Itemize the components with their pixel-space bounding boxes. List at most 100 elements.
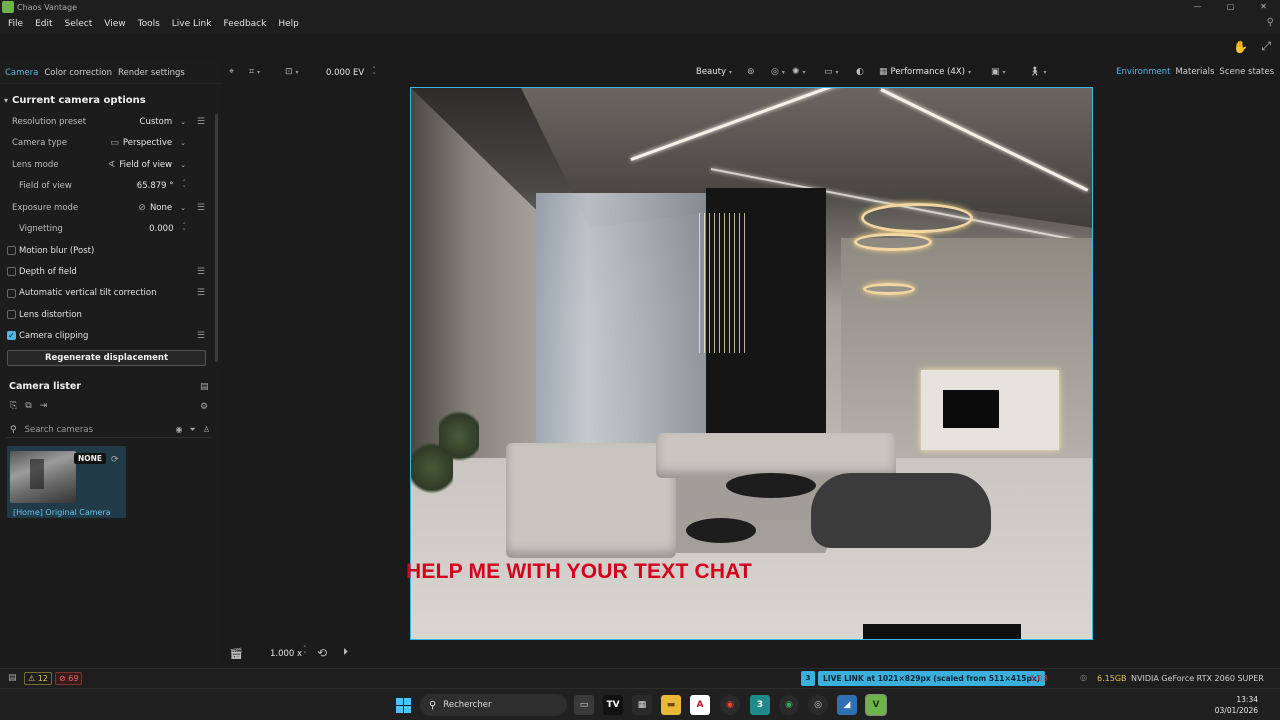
tab-camera[interactable]: Camera	[5, 68, 38, 78]
taskbar-search[interactable]: ⚲ Rechercher	[420, 694, 567, 716]
close-button[interactable]: ✕	[1247, 0, 1280, 14]
render-image[interactable]	[410, 87, 1093, 640]
menu-tools[interactable]: Tools	[132, 19, 166, 29]
camera-type-dropdown[interactable]: ▭ Perspective ⌄	[110, 138, 186, 148]
clapperboard-icon[interactable]: 🎬︎	[229, 647, 243, 660]
light-icon[interactable]: ✺ ▾	[792, 67, 806, 77]
settings-sliders-icon[interactable]: ☰	[197, 117, 205, 127]
filter-icon[interactable]: ⏷	[189, 425, 195, 435]
stepper-icon[interactable]: ˄ ˅	[372, 67, 376, 80]
menu-view[interactable]: View	[98, 19, 131, 29]
regenerate-displacement-button[interactable]: Regenerate displacement	[7, 350, 206, 366]
lens-mode-dropdown[interactable]: ∢ Field of view ⌄	[108, 160, 186, 170]
sync-icon[interactable]: ⟳	[111, 455, 119, 465]
camera-settings-icon[interactable]: ⚙	[200, 402, 208, 412]
settings-sliders-icon[interactable]: ☰	[197, 288, 205, 298]
settings-sliders-icon[interactable]: ☰	[197, 331, 205, 341]
livelink-status[interactable]: LIVE LINK at 1021×829px (scaled from 511…	[818, 671, 1046, 686]
play-icon[interactable]: ⏵	[343, 647, 348, 658]
tab-scene-states[interactable]: Scene states	[1219, 67, 1274, 77]
tradingview-icon[interactable]: TV	[603, 695, 623, 715]
quality-dropdown[interactable]: ▦ Performance (4X) ▾	[879, 67, 971, 77]
maximize-button[interactable]: ▢	[1214, 0, 1247, 14]
hand-icon[interactable]: ✋	[1233, 40, 1248, 54]
chaos-vantage-icon[interactable]: V	[865, 694, 887, 716]
vertical-tilt-checkbox[interactable]	[7, 288, 16, 298]
window-controls: — ▢ ✕	[1181, 0, 1280, 14]
pin-icon[interactable]: ⚲	[1267, 17, 1274, 28]
store-icon[interactable]: ▦	[632, 695, 652, 715]
stepper-icon[interactable]: ˄ ˅	[183, 180, 187, 193]
motion-blur-row[interactable]: Motion blur (Post)	[0, 240, 222, 261]
search-cameras-input[interactable]	[24, 424, 155, 435]
ev-readout[interactable]: 0.000 EV ˄ ˅	[326, 67, 376, 80]
menu-select[interactable]: Select	[59, 19, 99, 29]
lens-distortion-row[interactable]: Lens distortion	[0, 304, 222, 325]
chevron-down-icon: ⌄	[180, 117, 186, 126]
chrome-profile-icon[interactable]: ◉	[779, 695, 799, 715]
3dsmax-icon[interactable]: 3	[750, 695, 770, 715]
livelink-count-badge[interactable]: 3	[801, 671, 815, 686]
steam-icon[interactable]: ◎	[808, 695, 828, 715]
contrast-icon[interactable]: ◐	[856, 67, 864, 77]
camera-card[interactable]: NONE ⟳ [Home] Original Camera	[7, 446, 126, 518]
errors-badge[interactable]: ⊘ 69	[55, 672, 83, 685]
duplicate-camera-icon[interactable]: ⧉	[25, 401, 31, 411]
target-icon[interactable]: ◉	[175, 425, 182, 435]
camera-clipping-row[interactable]: ✓ Camera clipping ☰	[0, 325, 222, 346]
tab-environment[interactable]: Environment	[1116, 67, 1170, 77]
tab-render-settings[interactable]: Render settings	[118, 68, 185, 78]
minimize-button[interactable]: —	[1181, 0, 1214, 14]
exposure-mode-dropdown[interactable]: ⊘ None ⌄	[138, 203, 186, 213]
camera-clipping-checkbox[interactable]: ✓	[7, 331, 16, 341]
windows-start-icon[interactable]	[396, 698, 411, 713]
menu-file[interactable]: File	[2, 19, 29, 29]
walk-mode-icon[interactable]: 🚶︎ ▾	[1029, 67, 1046, 77]
depth-of-field-row[interactable]: Depth of field ☰	[0, 261, 222, 282]
list-view-icon[interactable]: ▤	[200, 382, 209, 392]
lock-icon[interactable]: ⊚	[747, 67, 755, 77]
warnings-badge[interactable]: ⚠ 12	[24, 672, 52, 685]
motion-blur-checkbox[interactable]	[7, 246, 16, 256]
import-camera-icon[interactable]: ⇥	[40, 401, 48, 411]
current-camera-options-header[interactable]: ▾ Current camera options	[0, 90, 222, 111]
fullscreen-icon[interactable]: ⤢	[1261, 39, 1271, 54]
menu-help[interactable]: Help	[272, 19, 305, 29]
viewport[interactable]: HELP ME WITH YOUR TEXT CHAT	[222, 84, 1280, 667]
task-view-icon[interactable]: ▭	[574, 695, 594, 715]
taskbar-clock[interactable]: 13:34 03/01/2026	[1215, 694, 1258, 716]
render-element-dropdown[interactable]: Beauty ▾	[696, 67, 732, 77]
settings-sliders-icon[interactable]: ☰	[197, 203, 205, 213]
autocad-icon[interactable]: A	[690, 695, 710, 715]
loop-icon[interactable]: ⟲	[317, 646, 327, 660]
add-camera-icon[interactable]: ⎘	[10, 401, 17, 411]
depth-of-field-checkbox[interactable]	[7, 267, 16, 277]
vertical-tilt-row[interactable]: Automatic vertical tilt correction ☰	[0, 283, 222, 304]
app-icon[interactable]: ◢	[837, 695, 857, 715]
stepper-icon[interactable]: ˄ ˅	[303, 646, 307, 659]
person-icon[interactable]: ♙	[203, 425, 210, 435]
lens-distortion-checkbox[interactable]	[7, 310, 16, 320]
field-of-view-input[interactable]: 65.879 ° ˄ ˅	[137, 180, 187, 193]
environment-icon[interactable]: ◎ ▾	[771, 67, 785, 77]
settings-sliders-icon[interactable]: ☰	[197, 267, 205, 277]
safe-frame-icon[interactable]: ▣ ▾	[991, 67, 1006, 77]
memory-icon: ◎	[1080, 673, 1087, 682]
exposure-picker-icon[interactable]: ⊡ ▾	[285, 67, 299, 77]
tab-materials[interactable]: Materials	[1175, 67, 1214, 77]
console-icon[interactable]: ▤	[8, 673, 17, 683]
chrome-icon[interactable]: ◉	[720, 695, 740, 715]
tab-color-correction[interactable]: Color correction	[44, 68, 112, 78]
focus-target-icon[interactable]: ⌖	[229, 67, 234, 77]
vignetting-input[interactable]: 0.000 ˄ ˅	[149, 223, 187, 236]
menu-live-link[interactable]: Live Link	[166, 19, 218, 29]
aspect-icon[interactable]: ▭ ▾	[824, 67, 839, 77]
snap-icon[interactable]: ⌗ ▾	[249, 67, 260, 77]
menu-edit[interactable]: Edit	[29, 19, 58, 29]
menu-feedback[interactable]: Feedback	[217, 19, 272, 29]
zoom-value[interactable]: 1.000 x	[270, 649, 302, 659]
stepper-icon[interactable]: ˄ ˅	[183, 223, 187, 236]
file-explorer-icon[interactable]: ▬	[661, 695, 681, 715]
panel-scrollbar[interactable]	[215, 114, 218, 362]
resolution-preset-dropdown[interactable]: Custom ⌄	[140, 117, 186, 127]
